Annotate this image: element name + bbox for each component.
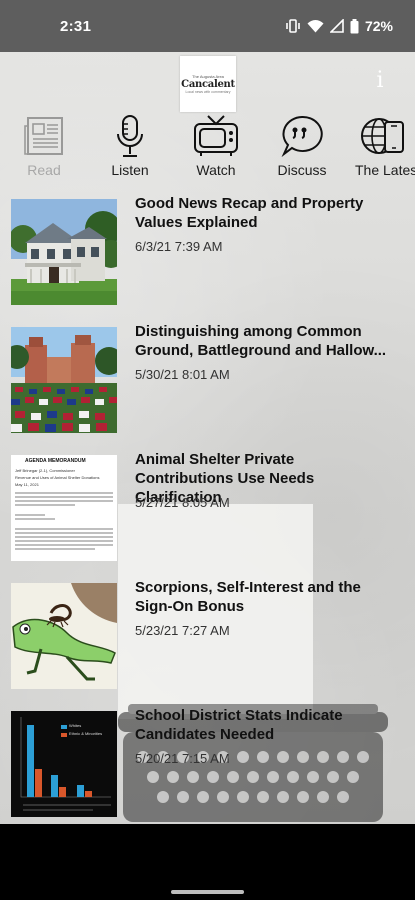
- article-date: 6/3/21 7:39 AM: [135, 239, 223, 254]
- app-screen: The Augusta Area Cancalent Local news wi…: [0, 52, 415, 824]
- article-thumbnail-chart: Whites Ethnic & Minorities: [11, 711, 117, 817]
- memo-re: Revenue and Uses of Animal Shelter Donat…: [15, 475, 100, 480]
- memo-to: Jeff Brinegar (2-1), Commissioner: [15, 468, 75, 473]
- article-date: 5/30/21 8:01 AM: [135, 367, 230, 382]
- signal-icon: [329, 19, 344, 33]
- article-thumbnail-memo: AGENDA MEMORANDUM Jeff Brinegar (2-1), C…: [11, 455, 117, 561]
- nav-listen-label: Listen: [111, 162, 149, 178]
- article-date: 5/20/21 7:15 AM: [135, 751, 230, 766]
- nav-latest[interactable]: The Latest: [355, 114, 415, 184]
- article-title: School District Stats Indicate Candidate…: [135, 707, 343, 743]
- nav-read[interactable]: Read: [18, 114, 70, 184]
- vibrate-icon: [286, 19, 300, 33]
- article-thumbnail-flags: [11, 327, 117, 433]
- memo-heading: AGENDA MEMORANDUM: [25, 458, 86, 464]
- article-title: Scorpions, Self-Interest and the Sign-On…: [135, 579, 361, 615]
- list-item[interactable]: Good News Recap and Property Values Expl…: [0, 195, 415, 311]
- list-item[interactable]: AGENDA MEMORANDUM Jeff Brinegar (2-1), C…: [0, 451, 415, 567]
- nav-listen[interactable]: Listen: [106, 114, 154, 184]
- nav-discuss[interactable]: Discuss: [276, 114, 328, 184]
- info-button[interactable]: i: [372, 68, 388, 94]
- article-title: Distinguishing among Common Ground, Batt…: [135, 323, 387, 359]
- home-gesture-handle[interactable]: [171, 890, 244, 894]
- article-title: Good News Recap and Property Values Expl…: [135, 195, 364, 231]
- article-thumbnail-frog: [11, 583, 117, 689]
- nav-discuss-label: Discuss: [277, 162, 327, 178]
- list-item[interactable]: Distinguishing among Common Ground, Batt…: [0, 323, 415, 439]
- article-date: 5/23/21 7:27 AM: [135, 623, 230, 638]
- list-item[interactable]: Whites Ethnic & Minorities School Distri…: [0, 707, 415, 823]
- article-date: 5/27/21 8:05 AM: [135, 495, 230, 510]
- list-item[interactable]: Scorpions, Self-Interest and the Sign-On…: [0, 579, 415, 695]
- wifi-icon: [307, 20, 324, 33]
- logo-name: Cancalent: [181, 79, 235, 90]
- chat-bubble-icon: [281, 115, 323, 158]
- nav-watch[interactable]: Watch: [190, 114, 242, 184]
- globe-phone-icon: [361, 118, 404, 154]
- chart-legend-minorities: Ethnic & Minorities: [69, 731, 103, 736]
- status-time: 2:31: [60, 17, 92, 35]
- status-bar: 2:31 72%: [0, 0, 415, 52]
- battery-percent: 72%: [364, 18, 393, 34]
- tv-icon: [194, 115, 238, 156]
- memo-date: May 11, 2021: [15, 482, 39, 487]
- status-icons: 72%: [285, 18, 393, 34]
- navigation-bar: [0, 824, 415, 900]
- nav-watch-label: Watch: [196, 162, 236, 178]
- nav-read-label: Read: [27, 162, 61, 178]
- logo-tagline-bottom: Local news with commentary: [185, 90, 231, 94]
- battery-icon: [350, 18, 359, 33]
- category-nav: Read Listen Watch Discuss The Latest: [0, 114, 415, 184]
- nav-latest-label: The Latest: [355, 162, 415, 178]
- app-logo[interactable]: The Augusta Area Cancalent Local news wi…: [180, 56, 236, 112]
- chart-legend-whites: Whites: [69, 723, 82, 728]
- newspaper-icon: [24, 117, 63, 155]
- article-thumbnail-house: [11, 199, 117, 305]
- microphone-icon: [117, 115, 143, 157]
